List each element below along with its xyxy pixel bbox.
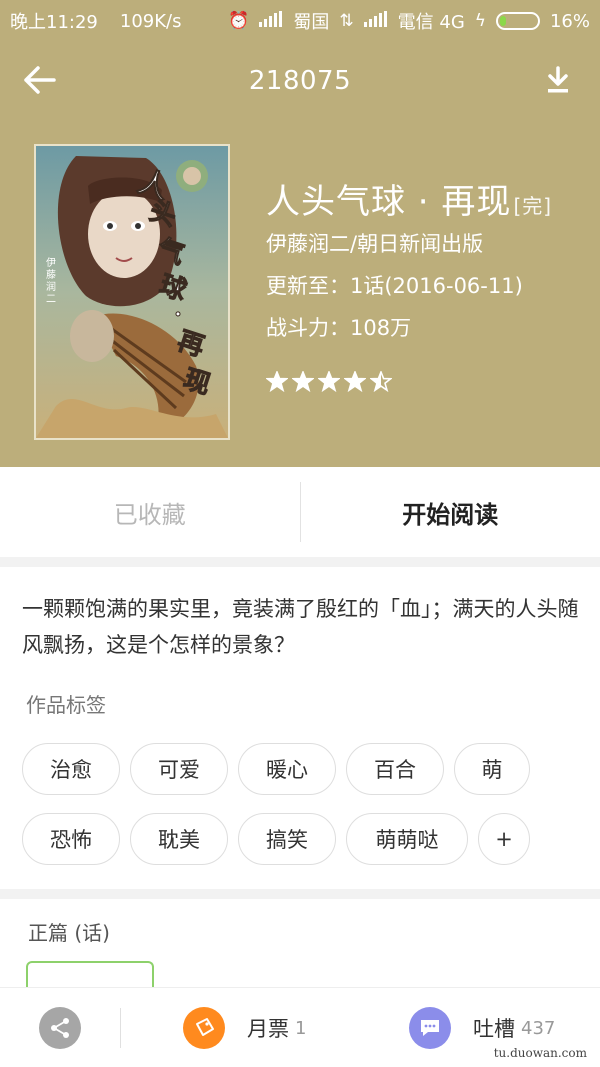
svg-text:伊: 伊 [46,257,56,269]
tag-chip[interactable]: 治愈 [22,743,120,795]
start-reading-button[interactable]: 开始阅读 [301,495,600,530]
comment-count: 437 [521,1017,556,1039]
book-title-text: 人头气球 · 再现 [266,182,512,222]
network-speed: 109K/s [119,10,182,32]
share-button[interactable] [39,1007,81,1049]
book-publisher: 伊藤润二/朝日新闻出版 [266,232,484,256]
action-bar: 已收藏 开始阅读 [0,467,600,557]
book-info: 人头气球 · 再现 [完] 伊藤润二/朝日新闻出版 更新至：1话(2016-06-… [266,174,596,393]
tag-chip[interactable]: 萌 [454,743,530,795]
book-status: [完] [513,194,553,218]
status-bar: 晚上11:29 109K/s ⏰ 蜀国 ⇅ 電信 4G ϟ 16% [0,0,600,42]
svg-text:润: 润 [46,280,56,293]
download-button[interactable] [540,62,576,98]
comment-button[interactable]: 吐槽 437 [409,1007,555,1049]
book-description: 一颗颗饱满的果实里，竟装满了殷红的「血」；满天的人头随风飘扬，这是个怎样的景象？ [22,597,579,657]
tag-chip[interactable]: 搞笑 [238,813,336,865]
charging-icon: ϟ [474,11,486,31]
cover-artwork: 人 头 气 球 · 再 现 伊 藤 润 二 [36,146,228,438]
star-full-icon [266,371,288,393]
data-transfer-icon: ⇅ [339,11,354,31]
svg-text:藤: 藤 [46,269,56,281]
alarm-icon: ⏰ [228,11,250,31]
tag-chip[interactable]: 耽美 [130,813,228,865]
battery-icon [495,12,540,30]
collected-button[interactable]: 已收藏 [0,495,300,530]
watermark: tu.duowan.com [490,1045,590,1061]
tag-chip[interactable]: 恐怖 [22,813,120,865]
share-icon [51,1018,69,1038]
status-time: 晚上11:29 [10,12,98,33]
signal-icon-2 [363,10,388,32]
star-full-icon [344,371,366,393]
tag-chip[interactable]: 可爱 [130,743,228,795]
battery-percent: 16% [549,10,590,32]
star-rating [266,371,596,393]
download-icon [548,66,568,93]
book-power: 战斗力：108万 [266,316,412,340]
carrier-name-2: 電信 4G [397,12,465,33]
description-card: 一颗颗饱满的果实里，竟装满了殷红的「血」；满天的人头随风飘扬，这是个怎样的景象？… [0,567,600,889]
monthly-vote-label: 月票 [247,1017,289,1041]
tag-chip[interactable]: 萌萌哒 [346,813,468,865]
comment-icon [409,1007,451,1049]
ticket-icon [183,1007,225,1049]
star-half-icon [370,371,392,393]
chapter-section-title: 正篇 (话) [28,921,110,945]
chapter-section: 正篇 (话) [0,899,600,1001]
monthly-vote-count: 1 [295,1017,307,1039]
tags-title: 作品标签 [26,693,106,717]
tag-chip[interactable]: 百合 [346,743,444,795]
carrier-name-1: 蜀国 [293,12,330,33]
book-update: 更新至：1话(2016-06-11) [266,274,523,298]
monthly-vote-button[interactable]: 月票 1 [183,1007,306,1049]
star-full-icon [292,371,314,393]
signal-icon [259,10,283,32]
star-full-icon [318,371,340,393]
page-title: 218075 [248,66,352,96]
book-cover[interactable]: 人 头 气 球 · 再 现 伊 藤 润 二 [34,144,230,440]
book-title: 人头气球 · 再现 [完] [266,174,596,223]
app-bar: 218075 [0,42,600,120]
add-tag-button[interactable]: + [478,813,530,865]
book-header: 晚上11:29 109K/s ⏰ 蜀国 ⇅ 電信 4G ϟ 16% 218075 [0,0,600,467]
tag-chip[interactable]: 暖心 [238,743,336,795]
svg-text:二: 二 [46,294,56,305]
bottom-divider [120,1008,121,1048]
comment-label: 吐槽 [473,1017,515,1041]
